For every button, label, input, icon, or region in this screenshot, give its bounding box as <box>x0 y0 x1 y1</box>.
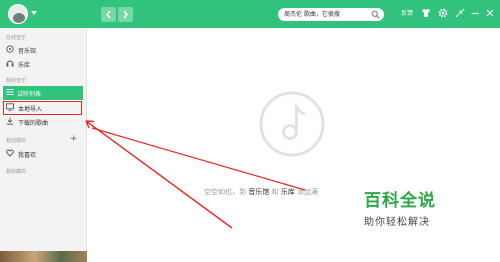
watermark-title: 百科全说 <box>364 191 436 211</box>
watermark: 百科全说 助你轻松解决 <box>364 186 436 228</box>
watermark-subtitle: 助你轻松解决 <box>364 217 430 228</box>
